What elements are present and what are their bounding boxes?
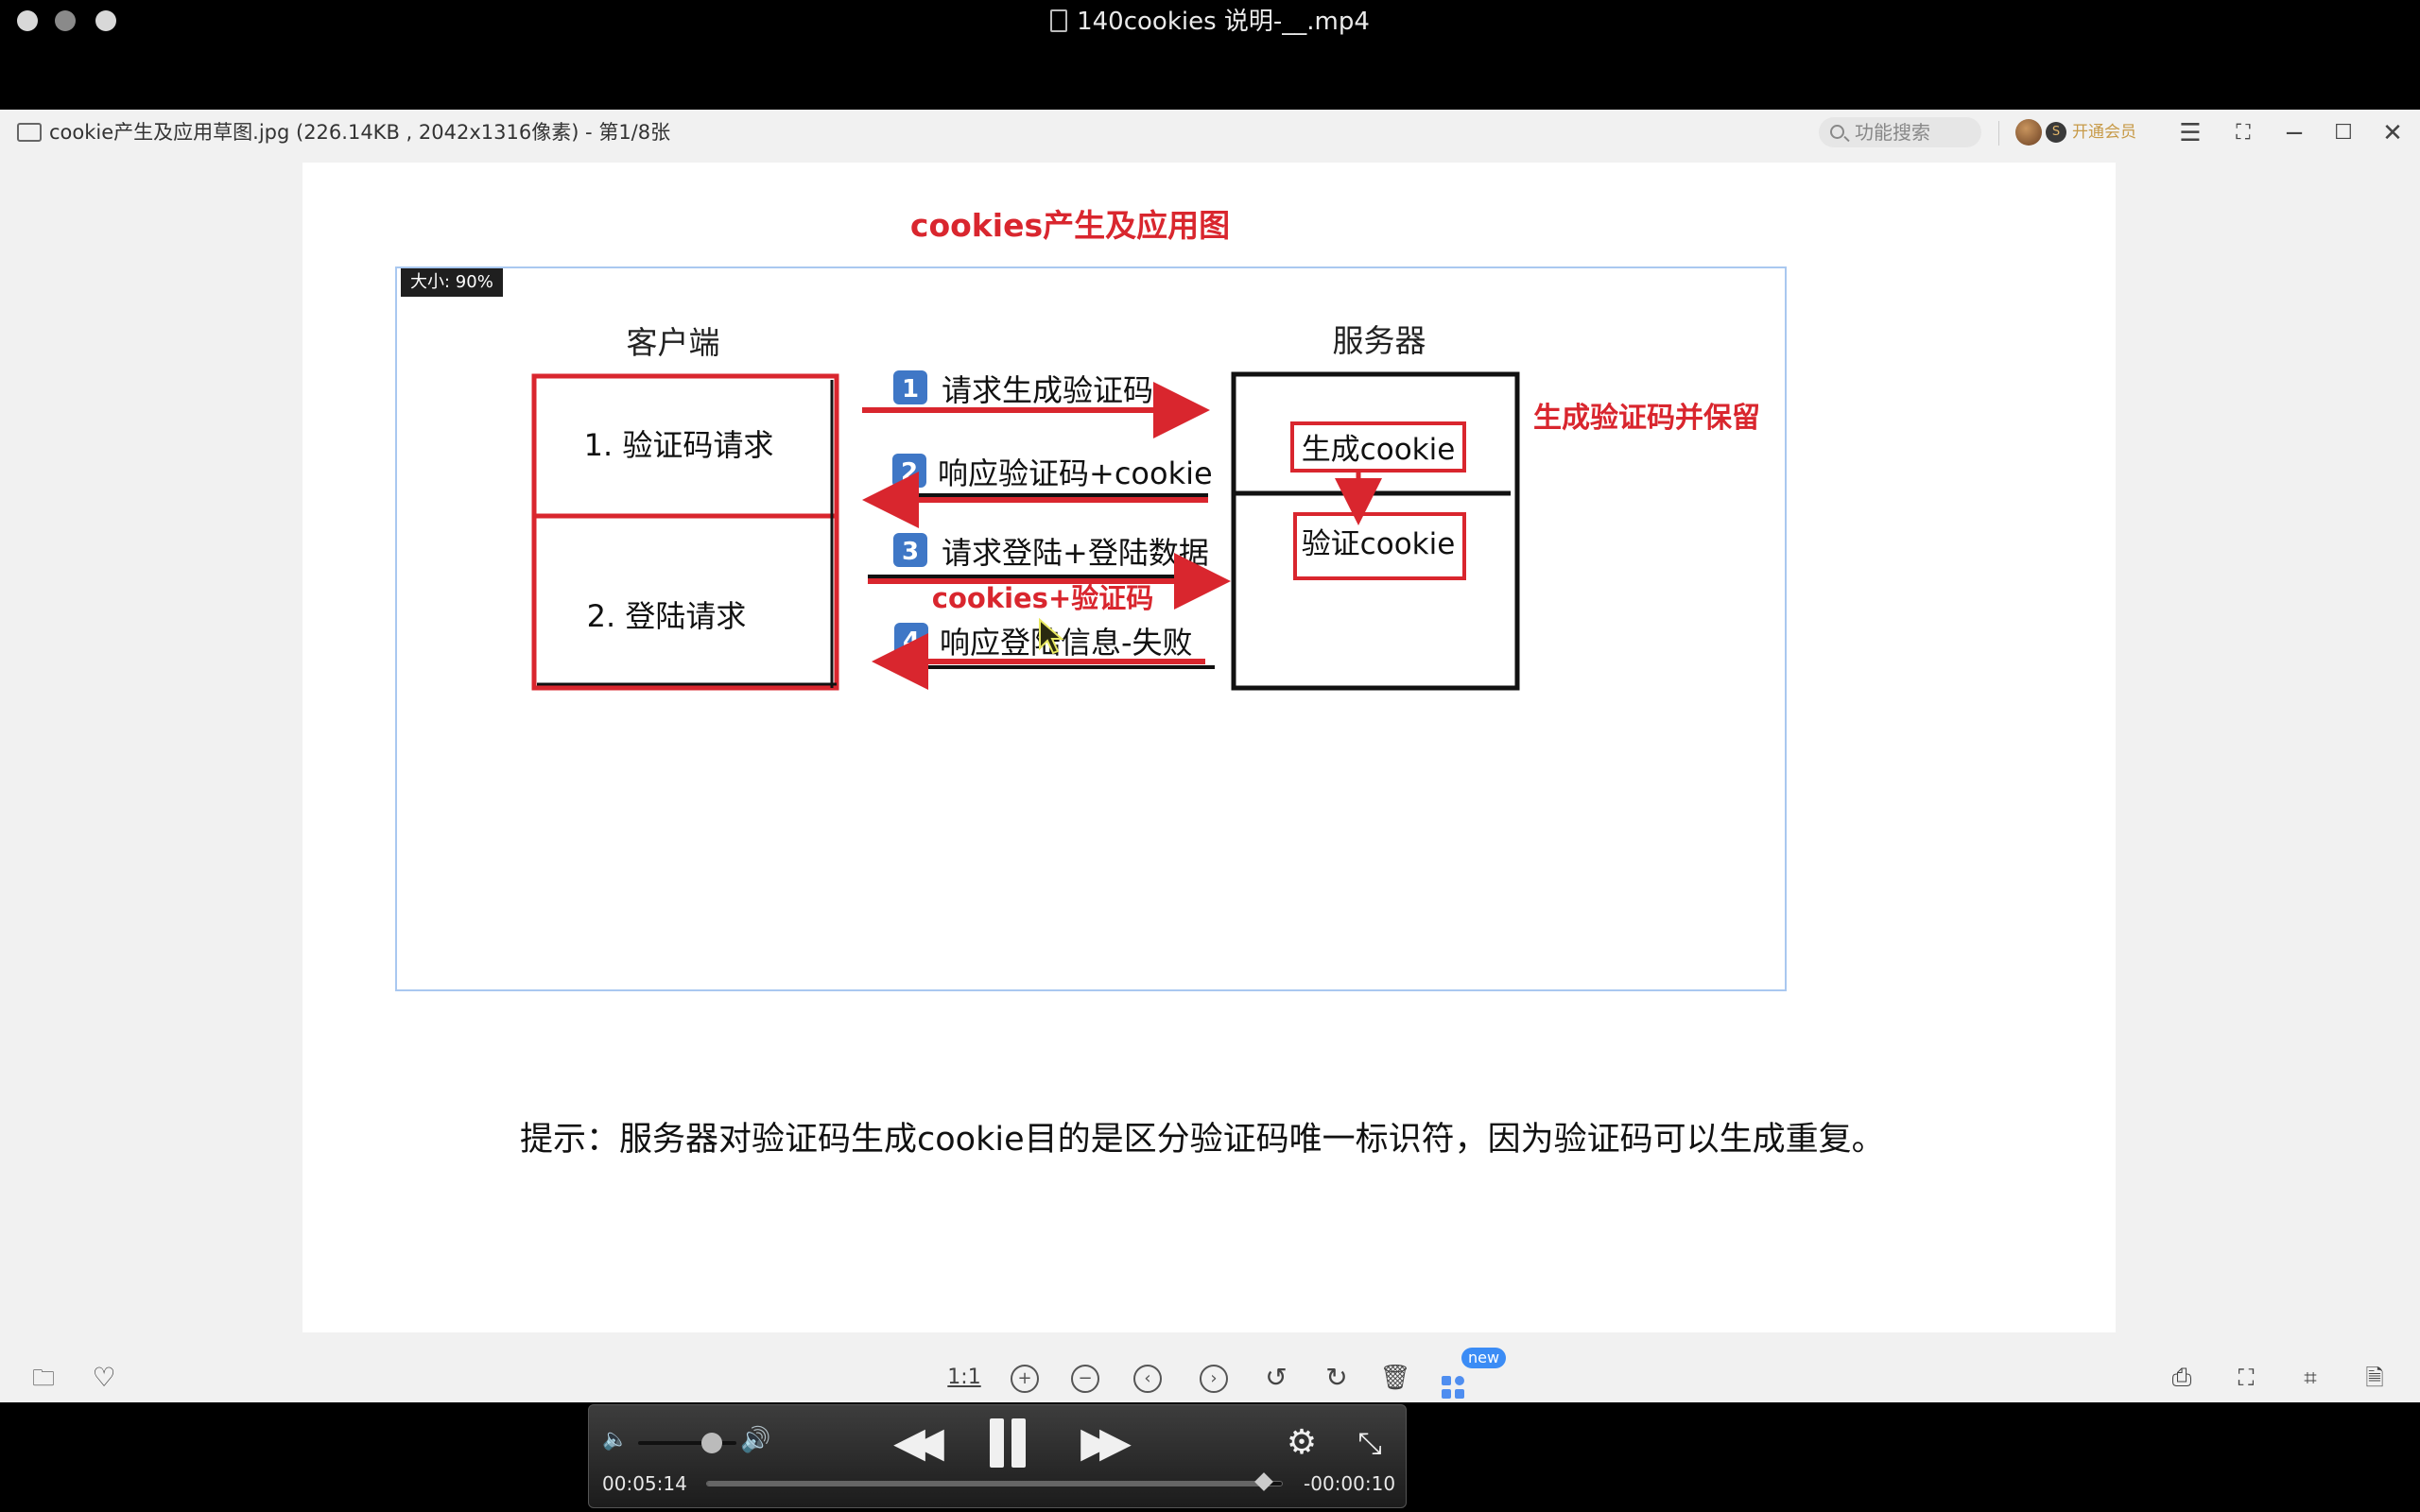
zoom-level-badge: 大小: 90% <box>401 268 503 297</box>
step3-subtext: cookies+验证码 <box>932 582 1154 614</box>
delete-icon[interactable]: 🗑 <box>1376 1359 1414 1397</box>
rotate-left-icon[interactable]: ↺ <box>1257 1359 1295 1397</box>
tip-text: 提示：服务器对验证码生成cookie目的是区分验证码唯一标识符，因为验证码可以生… <box>520 1121 1885 1159</box>
remaining-time: -00:00:10 <box>1304 1472 1396 1495</box>
step4-number: 4 <box>903 627 920 656</box>
step2-text: 响应验证码+cookie <box>938 455 1213 491</box>
more-apps-icon[interactable] <box>1442 1376 1466 1400</box>
client-label: 客户端 <box>627 324 720 361</box>
step1-text: 请求生成验证码 <box>942 372 1153 408</box>
new-badge: new <box>1461 1348 1507 1368</box>
step2-number: 2 <box>901 458 918 487</box>
image-viewer: cookie产生及应用草图.jpg (226.14KB , 2042x1316像… <box>0 110 2420 1402</box>
server-label: 服务器 <box>1333 322 1426 359</box>
save-icon[interactable]: 🗎 <box>2356 1359 2394 1397</box>
previous-icon[interactable]: ‹ <box>1129 1359 1167 1397</box>
pause-bar-right <box>1011 1418 1026 1468</box>
screenshot-icon[interactable]: ⛶ <box>2227 1359 2265 1397</box>
seek-progress <box>707 1482 1265 1486</box>
volume-knob[interactable] <box>701 1433 722 1453</box>
server-gen-text: 生成cookie <box>1302 433 1456 467</box>
pause-button[interactable] <box>984 1417 1031 1469</box>
volume-low-icon[interactable]: 🔈 <box>602 1428 628 1452</box>
seek-knob[interactable] <box>1253 1472 1273 1491</box>
settings-gear-icon[interactable]: ⚙ <box>1283 1422 1321 1464</box>
ocr-icon[interactable]: ⌗ <box>2291 1359 2329 1397</box>
actual-size-button[interactable]: 1:1 <box>945 1359 983 1397</box>
step1-number: 1 <box>902 375 919 404</box>
video-title-text: 140cookies 说明-__.mp4 <box>1077 8 1370 36</box>
zoom-out-icon[interactable]: − <box>1066 1359 1104 1397</box>
pause-bar-left <box>990 1418 1004 1468</box>
client-box <box>531 373 839 691</box>
next-icon[interactable]: › <box>1195 1359 1233 1397</box>
server-verify-text: 验证cookie <box>1302 527 1456 561</box>
print-icon[interactable]: ⎙ <box>2163 1359 2201 1397</box>
video-player-controls: 🔈 🔊 ◀◀ ▶▶ ⚙ ⤡ 00:05:14 -00:00:10 <box>588 1404 1407 1508</box>
server-note: 生成验证码并保留 <box>1533 402 1760 435</box>
viewer-bottom-toolbar: 🗀 ♡ 1:1 + − ‹ › ↺ ↻ 🗑 new ⎙ ⛶ ⌗ 🗎 <box>0 1348 2420 1402</box>
seek-bar[interactable] <box>706 1481 1283 1486</box>
fast-forward-button[interactable]: ▶▶ <box>1071 1417 1132 1469</box>
client-box-1-text: 1. 验证码请求 <box>584 427 774 463</box>
favorite-icon[interactable]: ♡ <box>85 1359 123 1397</box>
step4-text: 响应登陆信息-失败 <box>940 625 1193 661</box>
cookie-flow-diagram: cookies产生及应用图 客户端 1. 验证码请求 2. 登陆请求 服务器 生… <box>531 207 1760 691</box>
video-title: 140cookies 说明-__.mp4 <box>0 6 2420 38</box>
rotate-right-icon[interactable]: ↻ <box>1318 1359 1356 1397</box>
volume-high-icon[interactable]: 🔊 <box>740 1426 770 1454</box>
step3-text: 请求登陆+登陆数据 <box>942 535 1209 571</box>
rewind-button[interactable]: ◀◀ <box>884 1417 944 1469</box>
step3-number: 3 <box>902 538 919 566</box>
elapsed-time: 00:05:14 <box>602 1472 687 1495</box>
video-window-titlebar: 140cookies 说明-__.mp4 <box>0 0 2420 110</box>
diagram-title: cookies产生及应用图 <box>910 207 1230 244</box>
zoom-in-icon[interactable]: + <box>1006 1359 1044 1397</box>
video-file-icon <box>1050 9 1068 32</box>
exit-fullscreen-icon[interactable]: ⤡ <box>1351 1422 1389 1464</box>
open-folder-icon[interactable]: 🗀 <box>25 1359 62 1397</box>
client-box-2-text: 2. 登陆请求 <box>587 598 747 634</box>
